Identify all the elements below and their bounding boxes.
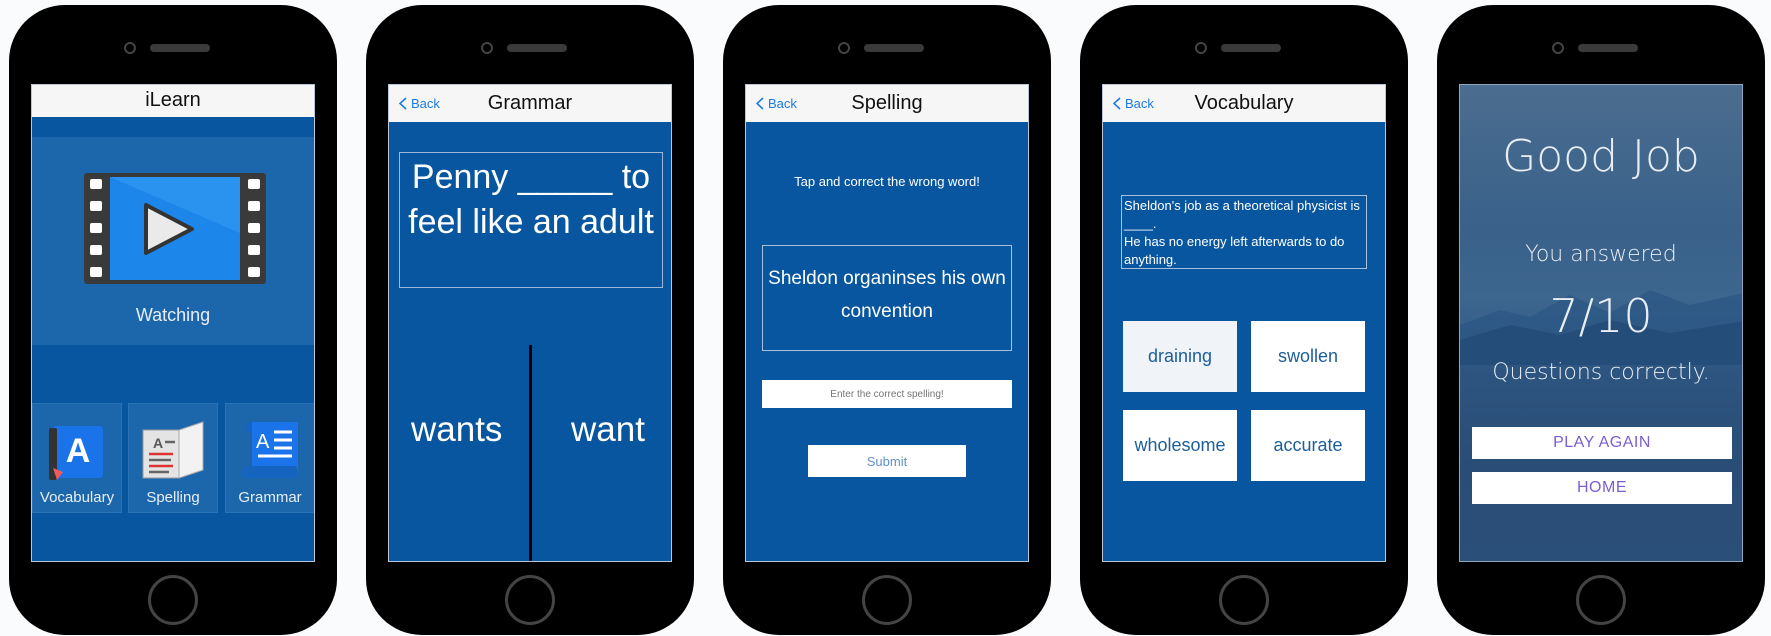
grammar-scroll-icon: A (242, 422, 298, 478)
page-title: iLearn (145, 89, 201, 111)
camera (124, 42, 136, 54)
option-swollen[interactable]: swollen (1251, 321, 1365, 392)
score-text: 7/10 (1549, 289, 1653, 343)
you-answered-text: You answered (1525, 242, 1677, 267)
spelling-label: Spelling (146, 489, 200, 506)
instruction-text: Tap and correct the wrong word! (794, 174, 980, 189)
speaker (864, 44, 924, 52)
speaker (507, 44, 567, 52)
question-text: Penny _____ to feel like an adult (399, 152, 663, 288)
spelling-input[interactable] (762, 380, 1012, 408)
option-accurate[interactable]: accurate (1251, 410, 1365, 481)
questions-correctly-text: Questions correctly. (1492, 360, 1710, 385)
choice-want[interactable]: want (571, 410, 645, 450)
submit-button[interactable]: Submit (808, 445, 966, 477)
navbar: Back Vocabulary (1103, 85, 1385, 122)
choice-wants[interactable]: wants (411, 410, 502, 450)
screen-vocabulary: Back Vocabulary Sheldon's job as a theor… (1102, 84, 1386, 562)
vocabulary-book-icon: A (49, 426, 103, 480)
spelling-tile[interactable]: A Spelling (128, 403, 218, 513)
question-box: Sheldon's job as a theoretical physicist… (1121, 195, 1367, 269)
home-button[interactable]: HOME (1472, 472, 1732, 504)
page-title: Grammar (487, 92, 573, 114)
screen-grammar: Back Grammar Penny _____ to feel like an… (388, 84, 672, 562)
speaker (1221, 44, 1281, 52)
home-hardware-button[interactable] (148, 575, 198, 625)
watching-card[interactable]: Watching (32, 137, 314, 345)
home-hardware-button[interactable] (505, 575, 555, 625)
screen-ilearn: iLearn Watching A Vocabulary A Spelling … (31, 84, 315, 562)
question-line-1: Sheldon's job as a theoretical physicist… (1124, 198, 1360, 231)
grammar-label: Grammar (238, 489, 302, 506)
svg-text:A: A (256, 431, 270, 453)
screen-result: Good Job You answered 7/10 Questions cor… (1459, 84, 1743, 562)
vocabulary-label: Vocabulary (39, 489, 115, 506)
camera (838, 42, 850, 54)
choice-divider (529, 345, 532, 561)
phone-grammar: Back Grammar Penny _____ to feel like an… (366, 5, 694, 635)
option-draining[interactable]: draining (1123, 321, 1237, 392)
home-hardware-button[interactable] (1576, 575, 1626, 625)
phone-result: Good Job You answered 7/10 Questions cor… (1437, 5, 1765, 635)
video-play-icon (84, 173, 266, 284)
speaker (1578, 44, 1638, 52)
navbar: iLearn (32, 85, 314, 117)
headline: Good Job (1502, 131, 1700, 182)
page-title: Spelling (851, 92, 923, 114)
camera (1195, 42, 1207, 54)
camera (1552, 42, 1564, 54)
navbar: Back Spelling (746, 85, 1028, 122)
navbar: Back Grammar (389, 85, 671, 122)
play-again-button[interactable]: PLAY AGAIN (1472, 427, 1732, 459)
spelling-book-icon: A (142, 421, 204, 479)
phone-spelling: Back Spelling Tap and correct the wrong … (723, 5, 1051, 635)
sentence-text[interactable]: Sheldon organinses his own convention (762, 245, 1012, 351)
home-hardware-button[interactable] (1219, 575, 1269, 625)
phone-vocabulary: Back Vocabulary Sheldon's job as a theor… (1080, 5, 1408, 635)
option-wholesome[interactable]: wholesome (1123, 410, 1237, 481)
speaker (150, 44, 210, 52)
svg-text:A: A (153, 435, 163, 451)
watching-label: Watching (135, 305, 211, 325)
grammar-tile[interactable]: A Grammar (225, 403, 314, 513)
page-title: Vocabulary (1194, 92, 1294, 114)
phone-ilearn: iLearn Watching A Vocabulary A Spelling … (9, 5, 337, 635)
camera (481, 42, 493, 54)
svg-text:A: A (66, 432, 91, 470)
screen-spelling: Back Spelling Tap and correct the wrong … (745, 84, 1029, 562)
question-line-2: He has no energy left afterwards to do a… (1124, 234, 1345, 267)
home-hardware-button[interactable] (862, 575, 912, 625)
vocabulary-tile[interactable]: A Vocabulary (32, 403, 122, 513)
